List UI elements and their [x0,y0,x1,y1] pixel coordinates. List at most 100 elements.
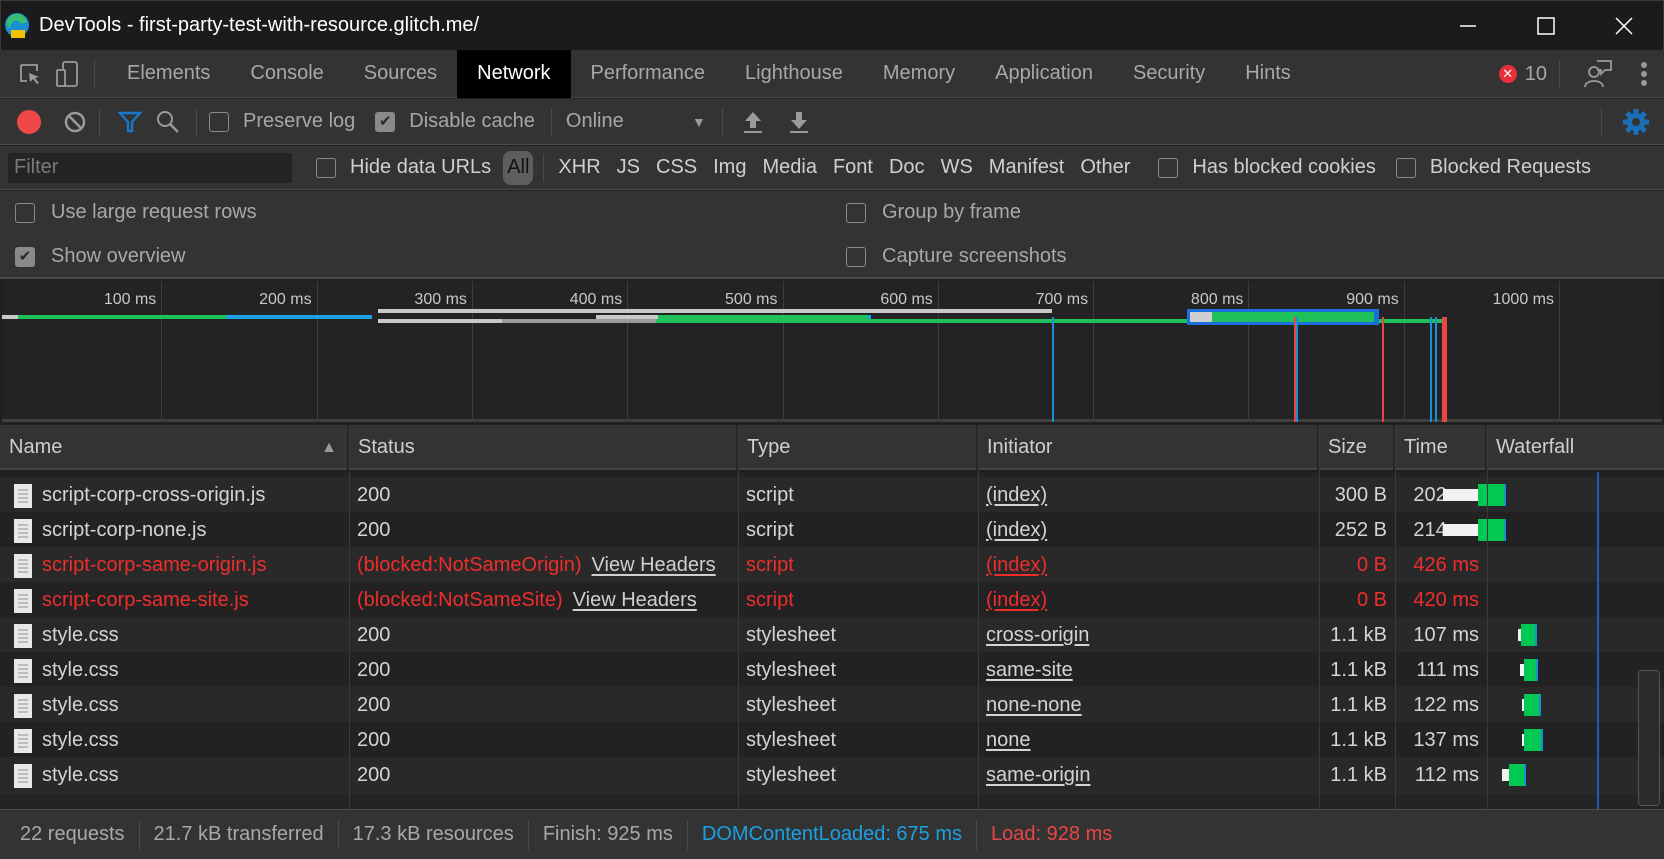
request-name-cell[interactable]: script-corp-same-site.js [0,582,349,619]
column-header-time[interactable]: Time [1395,425,1487,470]
initiator-link[interactable]: none-none [986,694,1082,717]
request-name-cell[interactable]: script-corp-same-origin.js [0,547,349,584]
filter-type-xhr[interactable]: XHR [550,151,608,185]
table-row[interactable]: script-corp-same-site.js (blocked:NotSame… [0,582,1664,619]
column-divider[interactable] [1319,425,1320,809]
network-overview-timeline[interactable]: 100 ms 200 ms 300 ms 400 ms 500 ms 600 ms 700 … [2,281,1662,422]
tab-application[interactable]: Application [975,50,1113,98]
initiator-link[interactable]: same-origin [986,764,1090,787]
tab-lighthouse[interactable]: Lighthouse [725,50,863,98]
table-row[interactable]: style.css 200 stylesheet none 1.1 kB 137 ms [0,722,1664,759]
more-options-button[interactable] [1632,56,1656,92]
filter-type-doc[interactable]: Doc [881,151,933,185]
view-headers-link[interactable]: View Headers [592,554,716,577]
column-header-name[interactable]: Name ▲ [0,425,349,470]
show-overview-checkbox[interactable] [15,246,35,267]
tab-hints[interactable]: Hints [1225,50,1311,98]
group-by-frame-checkbox[interactable] [846,202,866,223]
column-header-initiator[interactable]: Initiator [978,425,1319,470]
overview-tick-label: 300 ms [414,291,467,308]
initiator-link[interactable]: (index) [986,519,1047,542]
table-row[interactable]: style.css 200 stylesheet same-site 1.1 kB 111… [0,652,1664,689]
column-header-type[interactable]: Type [738,425,978,470]
disable-cache-checkbox[interactable] [375,111,396,132]
initiator-link[interactable]: cross-origin [986,624,1089,647]
table-row[interactable]: script-corp-cross-origin.js 200 script (ind… [0,477,1664,514]
close-button[interactable] [1585,1,1663,51]
request-size: 252 B [1334,519,1387,541]
filter-type-css[interactable]: CSS [648,151,705,185]
tab-sources[interactable]: Sources [344,50,457,98]
filter-type-js[interactable]: JS [609,151,648,185]
search-button[interactable] [150,104,186,140]
table-scrollbar[interactable] [1638,670,1660,806]
tab-security[interactable]: Security [1113,50,1225,98]
overview-request-bar [2,315,18,319]
overview-tick-label: 100 ms [103,291,157,308]
inspect-element-icon [20,63,39,84]
initiator-link[interactable]: none [986,729,1031,752]
minimize-button[interactable] [1429,1,1507,51]
column-header-waterfall[interactable]: Waterfall [1487,425,1664,470]
large-rows-checkbox[interactable] [15,202,35,223]
overview-request-bar [378,319,502,323]
import-har-button[interactable] [735,104,771,140]
initiator-link[interactable]: (index) [986,554,1047,577]
inspect-element-button[interactable] [12,56,48,92]
request-name-cell[interactable]: style.css [0,652,349,689]
export-har-button[interactable] [781,104,817,140]
table-row[interactable]: script-corp-same-origin.js (blocked:NotSa… [0,547,1664,584]
device-toolbar-button[interactable] [50,56,86,92]
tab-elements[interactable]: Elements [107,50,230,98]
feedback-button[interactable] [1580,56,1616,92]
request-name-cell[interactable]: style.css [0,722,349,759]
column-header-size[interactable]: Size [1319,425,1395,470]
has-blocked-cookies-checkbox[interactable] [1158,157,1179,178]
column-divider[interactable] [1487,425,1488,809]
column-header-status[interactable]: Status [349,425,738,470]
filter-type-other[interactable]: Other [1072,151,1138,185]
hide-data-urls-checkbox[interactable] [316,157,336,178]
waterfall-waiting-bar [1524,694,1541,716]
maximize-button[interactable] [1507,1,1585,51]
request-name-cell[interactable]: script-corp-cross-origin.js [0,477,349,514]
record-button[interactable] [11,104,47,140]
request-status-cell: 200 [357,722,738,759]
request-name-cell[interactable]: style.css [0,617,349,654]
network-settings-button[interactable] [1618,104,1654,140]
filter-type-font[interactable]: Font [825,151,881,185]
throttling-select[interactable]: Online ▼ [566,110,706,133]
filter-type-ws[interactable]: WS [933,151,981,185]
filter-type-manifest[interactable]: Manifest [981,151,1073,185]
view-headers-link[interactable]: View Headers [573,589,697,612]
filter-input[interactable] [8,152,292,183]
filter-type-media[interactable]: Media [754,151,824,185]
table-row[interactable]: style.css 200 stylesheet none-none 1.1 kB 122… [0,687,1664,724]
table-row[interactable]: script-corp-none.js 200 script (index) 252 B… [0,512,1664,549]
clear-button[interactable] [57,104,93,140]
capture-screenshots-checkbox[interactable] [846,246,866,267]
waterfall-queued-bar [1502,769,1509,781]
request-name-cell[interactable]: style.css [0,687,349,724]
blocked-requests-checkbox[interactable] [1395,157,1416,178]
column-divider[interactable] [738,425,739,809]
tab-performance[interactable]: Performance [571,50,726,98]
table-row[interactable]: style.css 200 stylesheet cross-origin 1.1 kB… [0,617,1664,654]
column-divider[interactable] [1395,425,1396,809]
request-name-cell[interactable]: script-corp-none.js [0,512,349,549]
filter-type-all[interactable]: All [503,150,534,185]
initiator-link[interactable]: (index) [986,484,1047,507]
tab-memory[interactable]: Memory [863,50,975,98]
filter-type-img[interactable]: Img [705,151,754,185]
column-divider[interactable] [978,425,979,809]
error-counter-button[interactable]: ✕ 10 [1498,63,1547,86]
initiator-link[interactable]: same-site [986,659,1073,682]
tab-console[interactable]: Console [230,50,343,98]
preserve-log-checkbox[interactable] [209,111,229,132]
tab-network[interactable]: Network [457,49,571,98]
initiator-link[interactable]: (index) [986,589,1047,612]
column-divider[interactable] [349,425,350,809]
request-name-cell[interactable]: style.css [0,757,349,794]
filter-toggle-button[interactable] [112,104,148,140]
table-row[interactable]: style.css 200 stylesheet same-origin 1.1 kB 1… [0,757,1664,794]
